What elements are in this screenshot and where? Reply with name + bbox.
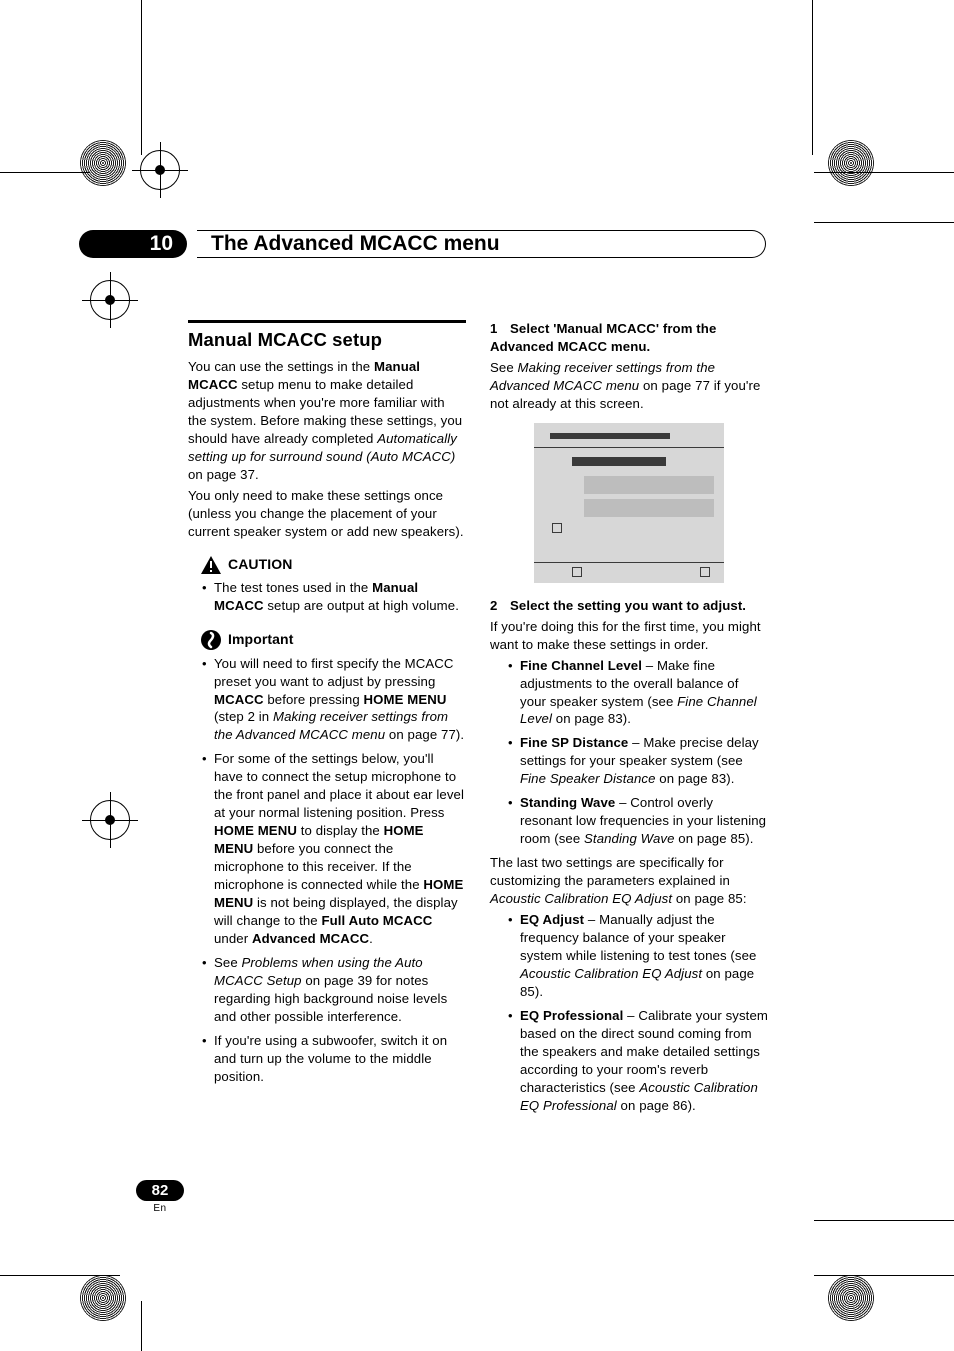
page-number-badge: 82 En (120, 1180, 200, 1214)
print-reg-target (140, 150, 180, 190)
menu-screenshot-placeholder (534, 423, 724, 583)
print-reg-circle (828, 1275, 874, 1321)
crop-line (141, 0, 142, 155)
crop-line (0, 172, 90, 173)
crop-line (814, 1275, 954, 1276)
print-reg-circle (828, 140, 874, 186)
list-item: Standing Wave – Control overly resonant … (508, 794, 768, 848)
list-item: EQ Adjust – Manually adjust the frequenc… (508, 911, 768, 1001)
paragraph: You can use the settings in the Manual M… (188, 358, 466, 484)
paragraph: The last two settings are specifically f… (490, 854, 768, 908)
print-reg-circle (80, 140, 126, 186)
caution-heading: CAUTION (200, 555, 466, 575)
chapter-header: 10 The Advanced MCACC menu (79, 230, 766, 258)
step-heading: 1Select 'Manual MCACC' from the Advanced… (490, 320, 768, 356)
page-language: En (120, 1203, 200, 1214)
important-heading: Important (200, 629, 466, 651)
chapter-title: The Advanced MCACC menu (211, 230, 500, 258)
step-heading: 2Select the setting you want to adjust. (490, 597, 768, 615)
crop-line (0, 1275, 120, 1276)
chapter-number: 10 (79, 230, 187, 258)
list-item: Fine Channel Level – Make fine adjustmen… (508, 657, 768, 729)
print-reg-target (90, 280, 130, 320)
crop-line (141, 1301, 142, 1351)
list-item: The test tones used in the Manual MCACC … (202, 579, 466, 615)
print-reg-target (90, 800, 130, 840)
list-item: If you're using a subwoofer, switch it o… (202, 1032, 466, 1086)
crop-line (812, 0, 813, 155)
paragraph: If you're doing this for the first time,… (490, 618, 768, 654)
list-item: For some of the settings below, you'll h… (202, 750, 466, 947)
crop-line (814, 1220, 954, 1221)
list-item: EQ Professional – Calibrate your system … (508, 1007, 768, 1115)
left-column: Manual MCACC setup You can use the setti… (188, 320, 466, 1092)
list-item: You will need to first specify the MCACC… (202, 655, 466, 745)
caution-icon (200, 555, 222, 575)
page-number: 82 (136, 1180, 185, 1201)
paragraph: You only need to make these settings onc… (188, 487, 466, 541)
section-heading: Manual MCACC setup (188, 327, 466, 352)
list-item: See Problems when using the Auto MCACC S… (202, 954, 466, 1026)
right-column: 1Select 'Manual MCACC' from the Advanced… (490, 320, 768, 1121)
info-icon (200, 629, 222, 651)
crop-line (814, 222, 954, 223)
list-item: Fine SP Distance – Make precise delay se… (508, 734, 768, 788)
crop-line (814, 172, 954, 173)
print-reg-circle (80, 1275, 126, 1321)
paragraph: See Making receiver settings from the Ad… (490, 359, 768, 413)
